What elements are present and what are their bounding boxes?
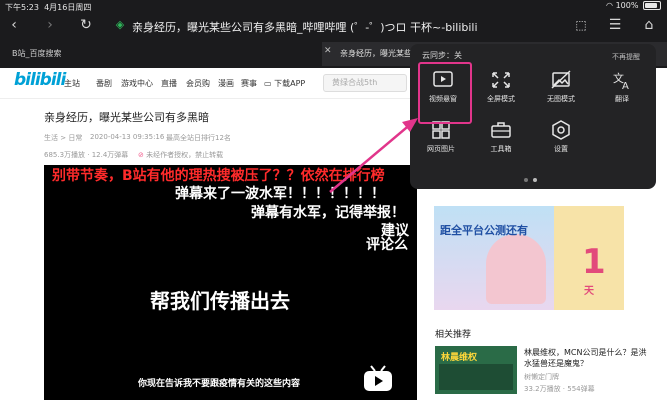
- nav-games[interactable]: 游戏中心: [121, 78, 153, 89]
- page-dot-active[interactable]: [533, 178, 537, 182]
- related-title[interactable]: 林晨维权，MCN公司是什么？是洪水猛兽还是魔鬼？: [524, 347, 654, 369]
- search-placeholder: 黄绿合战5th: [332, 78, 378, 87]
- video-rank[interactable]: 最高全站日排行12名: [166, 133, 231, 143]
- danmaku-comment: 弹幕有水军，记得举报！: [251, 205, 405, 221]
- video-title: 亲身经历，曝光某些公司有多黑暗: [44, 111, 209, 124]
- copyright-notice: ⊘ 未经作者授权，禁止转载: [138, 151, 224, 159]
- page-dot[interactable]: [524, 178, 528, 182]
- no-image-icon: [551, 70, 571, 89]
- video-category[interactable]: 生活 > 日常: [44, 133, 82, 143]
- nav-comics[interactable]: 漫画: [218, 78, 234, 89]
- forward-icon[interactable]: ›: [40, 16, 60, 34]
- svg-text:A: A: [622, 81, 629, 90]
- video-views: 685.3万播放 · 12.4万弹幕: [44, 151, 129, 159]
- nav-main[interactable]: 主站: [64, 78, 80, 89]
- related-author[interactable]: 树懒定门牌: [524, 372, 559, 382]
- bilibili-logo[interactable]: bilibili: [14, 70, 66, 90]
- ad-banner[interactable]: 距全平台公测还有 1 天: [434, 206, 624, 310]
- dont-remind-button[interactable]: 不再提醒: [612, 52, 640, 62]
- fullscreen-icon: [492, 72, 510, 88]
- warning-icon: ⊘: [138, 151, 144, 159]
- ad-countdown: 1: [582, 242, 606, 282]
- reload-icon[interactable]: ↻: [76, 16, 96, 34]
- related-thumbnail[interactable]: 林晨维权: [435, 346, 517, 394]
- page-title[interactable]: 亲身经历，曝光某些公司有多黑暗_哔哩哔哩 (゜-゜)つロ 干杯~-bilibil…: [132, 19, 478, 35]
- popup-item-settings[interactable]: 设置: [533, 120, 589, 154]
- popup-item-toolbox[interactable]: 工具箱: [473, 120, 529, 154]
- popup-item-translate[interactable]: 文 A 翻译: [594, 70, 650, 104]
- popup-item-web-images[interactable]: 网页图片: [413, 120, 469, 154]
- status-right: ◠ 100%: [606, 1, 661, 10]
- share-icon[interactable]: ⬚: [572, 16, 590, 34]
- cloud-sync-status[interactable]: 云同步：关: [422, 50, 462, 61]
- toolbox-icon: [491, 122, 511, 138]
- nav-esports[interactable]: 赛事: [241, 78, 257, 89]
- ad-unit: 天: [584, 286, 594, 297]
- thumb-caption: 林晨维权: [441, 353, 478, 363]
- wifi-icon: ◠: [606, 1, 614, 10]
- settings-icon: [552, 120, 570, 140]
- highlight-box: [418, 62, 472, 124]
- video-date: 2020-04-13 09:35:16: [90, 133, 165, 141]
- status-date: 4月16日周四: [44, 3, 92, 12]
- status-time: 下午5:23 4月16日周四: [5, 3, 92, 12]
- danmaku-comment: 弹幕来了一波水军！！！！！！！: [175, 186, 385, 202]
- danmaku-comment: 别带节奏，B站有他的理热搜被压了？？依然在排行榜: [52, 168, 385, 184]
- popup-item-no-image[interactable]: 无图模式: [533, 70, 589, 104]
- menu-icon[interactable]: ☰: [606, 16, 624, 34]
- nav-live[interactable]: 直播: [161, 78, 177, 89]
- translate-icon: 文 A: [613, 71, 629, 90]
- popup-item-fullscreen[interactable]: 全屏模式: [473, 70, 529, 104]
- tab-baidu[interactable]: B站_百度搜索: [12, 48, 62, 59]
- related-header: 相关推荐: [435, 330, 472, 340]
- download-icon: ▭: [264, 79, 272, 88]
- battery-percent: 100%: [615, 1, 639, 10]
- ad-headline: 距全平台公测还有: [440, 224, 528, 237]
- video-subtitle: 你现在告诉我不要跟疫情有关的这些内容: [138, 379, 301, 389]
- related-stats: 33.2万播放 · 554弹幕: [524, 385, 595, 393]
- nav-anime[interactable]: 番剧: [96, 78, 112, 89]
- bilibili-tv-icon: [364, 365, 392, 391]
- shield-icon: ◈: [115, 18, 125, 31]
- download-app-link[interactable]: ▭ 下载APP: [264, 78, 305, 89]
- close-icon[interactable]: ✕: [324, 46, 332, 56]
- video-caption-large: 帮我们传播出去: [150, 289, 290, 313]
- video-player[interactable]: 别带节奏，B站有他的理热搜被压了？？依然在排行榜 弹幕来了一波水军！！！！！！！…: [44, 165, 417, 400]
- nav-mall[interactable]: 会员购: [186, 78, 210, 89]
- home-icon[interactable]: ⌂: [640, 16, 658, 34]
- back-icon[interactable]: ‹: [4, 16, 24, 34]
- battery-icon: [643, 1, 661, 10]
- danmaku-comment: 评论么: [366, 237, 408, 253]
